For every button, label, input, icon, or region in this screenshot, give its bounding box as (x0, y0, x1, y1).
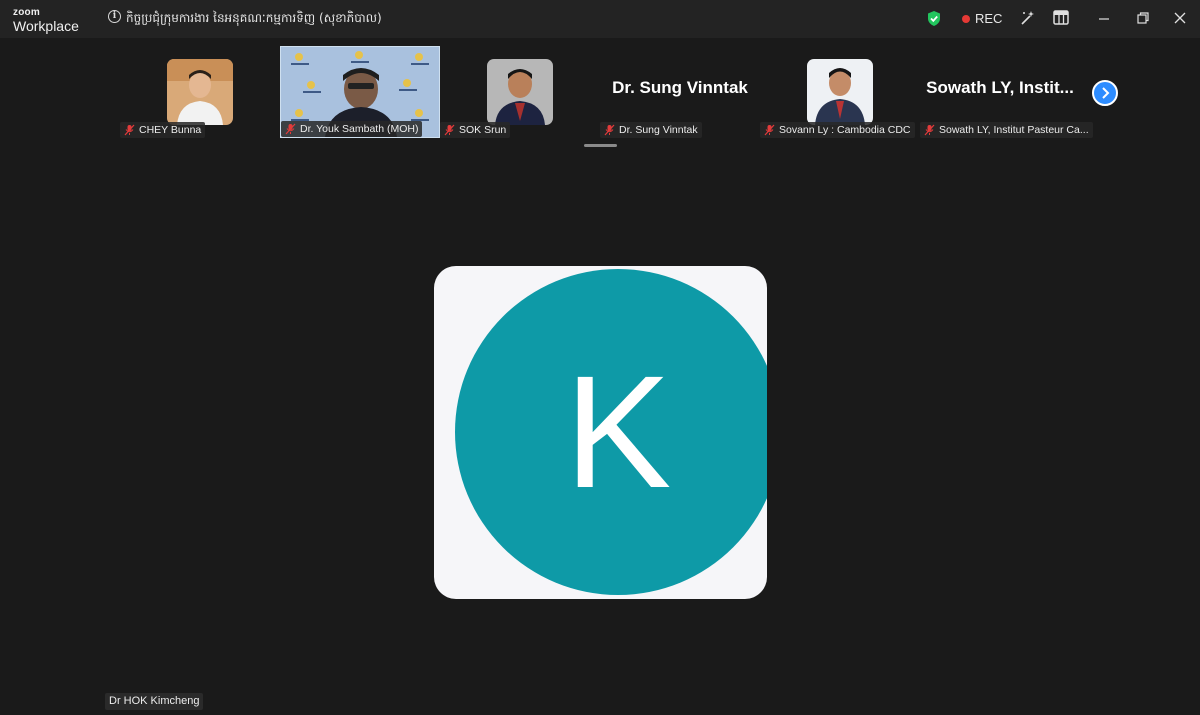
magic-wand-icon[interactable] (1020, 10, 1036, 31)
restore-icon[interactable] (1136, 11, 1150, 30)
participant-tile[interactable]: Dr. Sung Vinntak Dr. Sung Vinntak (600, 46, 760, 138)
participant-tile[interactable]: Sowath LY, Instit... Sowath LY, Institut… (920, 46, 1093, 138)
gallery-view-icon[interactable] (1053, 10, 1069, 30)
mic-muted-icon (764, 124, 775, 141)
participant-display-name: Dr. Sung Vinntak (612, 78, 748, 97)
zoom-logo: zoom Workplace (13, 7, 79, 34)
close-icon[interactable] (1173, 11, 1187, 30)
next-page-button[interactable] (1092, 80, 1118, 106)
participant-name-label: SOK Srun (440, 122, 511, 141)
avatar-circle: K (455, 269, 767, 595)
participant-name-label: Dr. Youk Sambath (MOH) (281, 121, 423, 140)
participant-strip: CHEY Bunna Dr. Youk Sambath (MOH) SOK Sr… (0, 38, 1200, 150)
participant-photo (487, 59, 553, 125)
participant-photo (807, 59, 873, 125)
mic-muted-icon (285, 123, 296, 140)
title-bar: zoom Workplace i កិច្ចប្រជុំក្រុមការងារ … (0, 0, 1200, 38)
participant-tile[interactable]: Dr. Youk Sambath (MOH) (280, 46, 440, 138)
participant-name-label: CHEY Bunna (120, 122, 206, 141)
meeting-title: កិច្ចប្រជុំក្រុមការងារ នៃអនុគណៈកម្មការទិ… (126, 11, 382, 25)
participant-tile[interactable]: CHEY Bunna (120, 46, 280, 138)
mic-muted-icon (444, 124, 455, 141)
mic-muted-icon (124, 124, 135, 141)
participant-name-label: Sowath LY, Institut Pasteur Ca... (920, 122, 1093, 138)
participant-tile[interactable]: Sovann Ly : Cambodia CDC (760, 46, 920, 138)
record-dot-icon (962, 14, 970, 23)
participant-photo (167, 59, 233, 125)
active-speaker-avatar: K (434, 266, 767, 599)
recording-indicator[interactable]: REC (962, 11, 1002, 26)
participant-name-label: Dr. Sung Vinntak (600, 122, 702, 138)
participant-display-name: Sowath LY, Instit... (926, 78, 1074, 97)
avatar-initial: K (564, 342, 672, 521)
minimize-icon[interactable] (1097, 11, 1111, 30)
page-indicator[interactable] (584, 144, 617, 147)
chevron-right-icon (1102, 87, 1110, 99)
mic-muted-icon (924, 124, 935, 141)
info-icon[interactable]: i (108, 10, 121, 23)
rec-label: REC (975, 11, 1003, 26)
participant-name-label: Sovann Ly : Cambodia CDC (760, 122, 915, 138)
active-speaker-name: Dr HOK Kimcheng (105, 693, 204, 710)
security-shield-icon[interactable] (926, 10, 942, 32)
participant-tile[interactable]: SOK Srun (440, 46, 600, 138)
mic-muted-icon (604, 124, 615, 141)
